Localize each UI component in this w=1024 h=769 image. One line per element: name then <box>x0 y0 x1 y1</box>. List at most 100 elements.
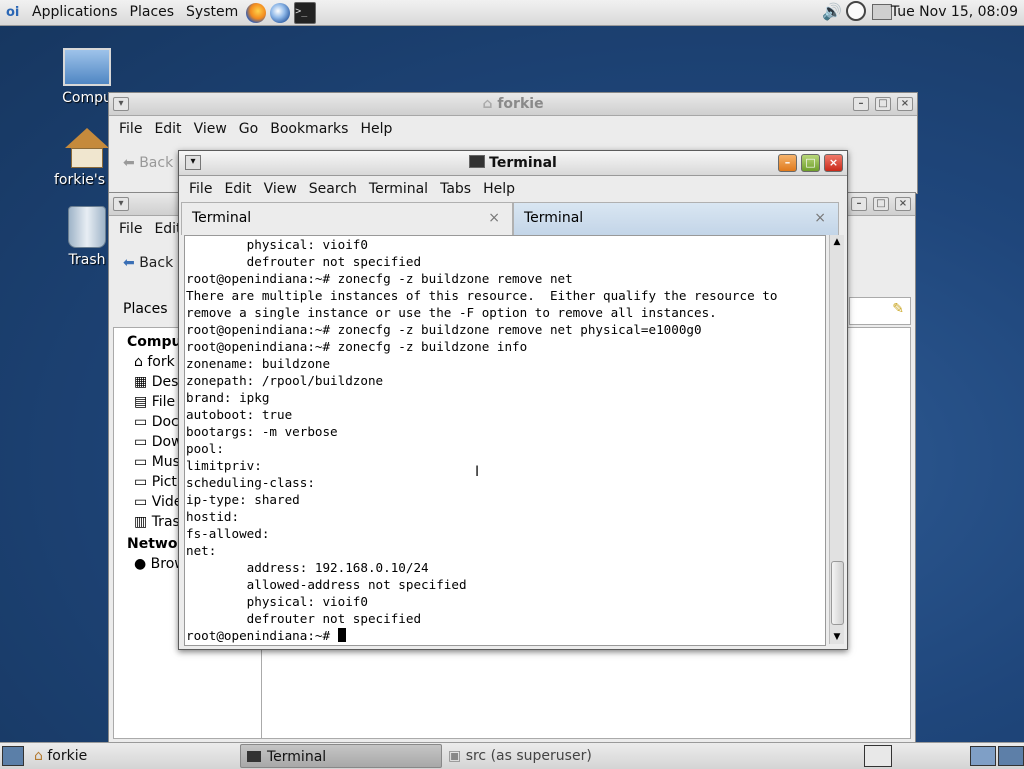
menu-file[interactable]: File <box>113 121 148 137</box>
file-window-menubar: File Edit View Go Bookmarks Help <box>109 116 917 142</box>
maximize-button[interactable]: □ <box>873 197 889 211</box>
back-button[interactable]: ⬅ Back <box>123 255 173 271</box>
terminal-title-icon <box>469 155 486 168</box>
menu-view[interactable]: View <box>188 121 233 137</box>
bottom-panel: ⌂ forkie Terminal ▣ src (as superuser) <box>0 742 1024 769</box>
folder-icon: ▭ <box>134 434 152 450</box>
back-label: Back <box>139 155 174 171</box>
window-menu-icon[interactable]: ▾ <box>113 97 129 111</box>
menu-bookmarks[interactable]: Bookmarks <box>264 121 354 137</box>
folder-icon: ▭ <box>134 494 152 510</box>
tab-terminal-2[interactable]: Terminal × <box>513 202 839 235</box>
task-label: Terminal <box>267 749 327 765</box>
text-cursor-icon: I <box>475 464 480 480</box>
firefox-icon[interactable] <box>246 2 267 23</box>
task-label: src (as superuser) <box>465 748 592 764</box>
terminal-text: physical: vioif0 defrouter not specified… <box>186 237 778 643</box>
network-icon: ● <box>134 556 151 572</box>
back-button[interactable]: ⬅ Back <box>123 155 173 171</box>
menu-help[interactable]: Help <box>477 181 521 197</box>
desktop-icon-label: Trash <box>68 252 106 268</box>
back-arrow-icon: ⬅ <box>123 255 140 271</box>
maximize-button[interactable]: □ <box>875 97 891 111</box>
workspace-switcher-1[interactable] <box>970 746 996 766</box>
home-icon: ⌂ <box>134 354 148 370</box>
maximize-button[interactable]: □ <box>801 154 820 172</box>
desktop-icon-label: Compu <box>62 90 112 106</box>
terminal-window[interactable]: ▾ Terminal – □ × File Edit View Search T… <box>178 150 848 650</box>
menu-view[interactable]: View <box>258 181 303 197</box>
menu-edit[interactable]: Edit <box>148 121 187 137</box>
task-terminal[interactable]: Terminal <box>240 744 442 768</box>
trash-icon: ▥ <box>134 514 152 530</box>
thunderbird-icon[interactable] <box>270 2 291 23</box>
terminal-title: Terminal <box>489 155 557 171</box>
tab-label: Terminal <box>192 210 252 226</box>
menu-terminal[interactable]: Terminal <box>363 181 434 197</box>
menu-tabs[interactable]: Tabs <box>434 181 477 197</box>
clock-icon[interactable] <box>846 1 866 21</box>
back-arrow-icon: ⬅ <box>123 155 140 171</box>
workspace-icon[interactable] <box>864 745 892 767</box>
workspace-switcher-2[interactable] <box>998 746 1024 766</box>
places-menu[interactable]: Places <box>124 0 181 25</box>
terminal-icon <box>247 751 261 762</box>
minimize-button[interactable]: – <box>778 154 797 172</box>
menu-file[interactable]: File <box>183 181 218 197</box>
applications-menu[interactable]: Applications <box>26 0 124 25</box>
back-label: Back <box>139 255 174 271</box>
panel-clock[interactable]: Tue Nov 15, 08:09 <box>891 0 1018 25</box>
close-button[interactable]: × <box>895 197 911 211</box>
folder-icon: ▭ <box>134 414 152 430</box>
home-icon <box>65 128 109 148</box>
menu-search[interactable]: Search <box>303 181 363 197</box>
terminal-menubar: File Edit View Search Terminal Tabs Help <box>179 176 847 202</box>
file-window-title: forkie <box>497 96 544 112</box>
home-icon-body <box>71 148 103 168</box>
terminal-output[interactable]: physical: vioif0 defrouter not specified… <box>184 235 826 646</box>
menu-help[interactable]: Help <box>354 121 398 137</box>
terminal-titlebar[interactable]: ▾ Terminal – □ × <box>179 151 847 176</box>
trash-icon <box>68 206 106 248</box>
minimize-button[interactable]: – <box>851 197 867 211</box>
scroll-up-arrow-icon[interactable]: ▲ <box>830 235 844 249</box>
menu-edit[interactable]: Edit <box>218 181 257 197</box>
close-tab-icon[interactable]: × <box>488 203 500 233</box>
drive-icon: ▤ <box>134 394 152 410</box>
scroll-down-arrow-icon[interactable]: ▼ <box>830 630 844 644</box>
folder-icon: ▭ <box>134 474 152 490</box>
close-button[interactable]: × <box>824 154 843 172</box>
close-tab-icon[interactable]: × <box>814 203 826 233</box>
terminal-launcher-icon[interactable]: >_ <box>294 1 317 24</box>
display-icon[interactable] <box>872 4 892 20</box>
tab-terminal-1[interactable]: Terminal × <box>181 202 513 235</box>
volume-icon[interactable]: 🔊 <box>822 2 842 21</box>
menu-go[interactable]: Go <box>233 121 264 137</box>
openindiana-logo-icon[interactable]: oi <box>6 4 26 22</box>
window-menu-icon[interactable]: ▾ <box>185 155 201 170</box>
terminal-scrollbar[interactable]: ▲ ▼ <box>829 235 844 644</box>
task-label: forkie <box>47 748 88 764</box>
tab-label: Terminal <box>524 210 584 226</box>
home-icon: ⌂ <box>34 748 48 764</box>
task-src-superuser[interactable]: ▣ src (as superuser) <box>448 744 668 768</box>
terminal-tabbar: Terminal × Terminal × <box>179 202 847 236</box>
close-button[interactable]: × <box>897 97 913 111</box>
scroll-thumb[interactable] <box>831 561 844 625</box>
clear-location-icon[interactable]: ✎ <box>892 301 904 317</box>
terminal-cursor <box>337 628 346 642</box>
file-window-titlebar[interactable]: ▾ ⌂ forkie – □ × <box>109 93 917 116</box>
top-panel: oi Applications Places System >_ 🔊 Tue N… <box>0 0 1024 26</box>
menu-file[interactable]: File <box>113 221 148 237</box>
places-dropdown[interactable]: Places <box>123 301 168 317</box>
task-forkie[interactable]: ⌂ forkie <box>34 744 234 768</box>
window-menu-icon[interactable]: ▾ <box>113 197 129 211</box>
folder-title-icon: ⌂ <box>482 96 498 112</box>
computer-icon <box>63 48 111 86</box>
desktop-icon: ▦ <box>134 374 152 390</box>
show-desktop-icon[interactable] <box>2 746 24 766</box>
system-menu[interactable]: System <box>180 0 244 25</box>
folder-icon: ▣ <box>448 748 466 764</box>
minimize-button[interactable]: – <box>853 97 869 111</box>
location-bar[interactable]: ✎ <box>849 297 911 325</box>
